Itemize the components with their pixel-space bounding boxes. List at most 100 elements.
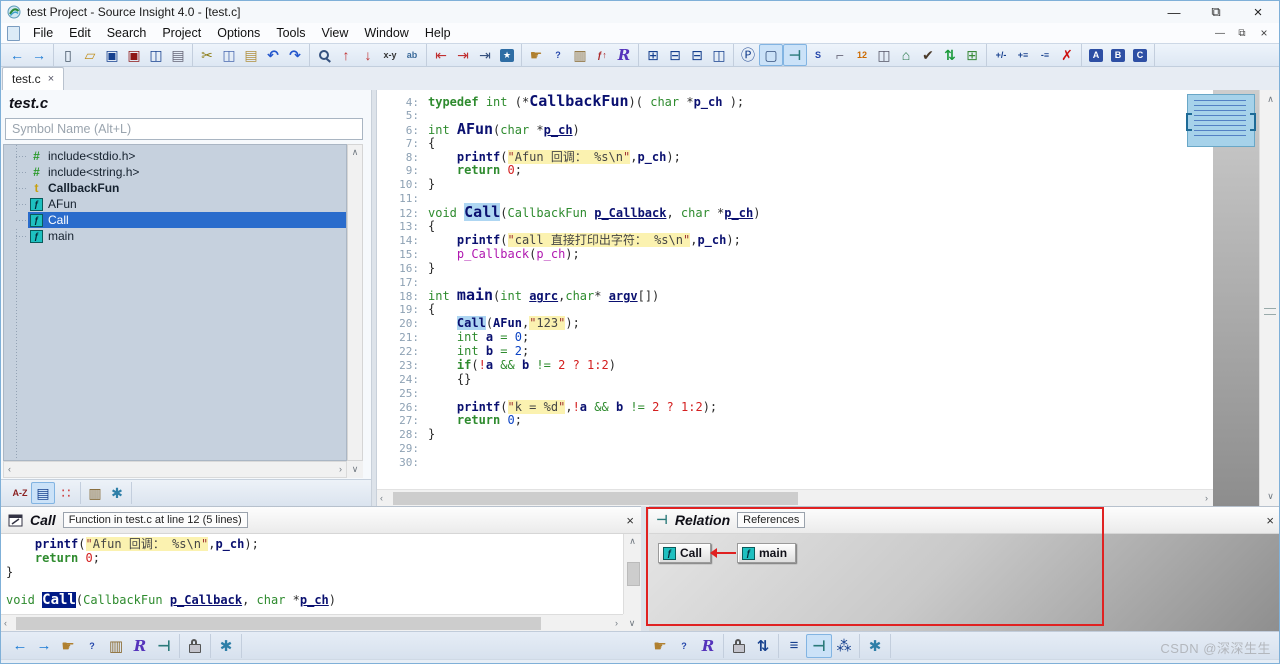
shift-right-button[interactable]: ⇥ [452,45,474,65]
code-line[interactable]: 26: printf("k = %d",!a && b != 2 ? 1:2); [377,399,1213,415]
mdi-minimize-button[interactable]: — [1209,28,1231,39]
context-close-icon[interactable]: × [626,513,634,528]
hscroll-thumb[interactable] [393,492,798,505]
scroll-left-icon[interactable]: ‹ [8,462,11,477]
relation-options-gear-button[interactable]: ✱ [863,635,887,657]
shift-left-button[interactable]: ⇤ [430,45,452,65]
symbol-list-item[interactable]: # include<string.h> [4,164,346,180]
search-forward-button[interactable]: ↓ [357,45,379,65]
toggle-plus-minus-button[interactable]: +/- [990,45,1012,65]
lookup-references-button[interactable]: ƒ↑ [591,45,613,65]
scroll-down-icon[interactable]: ∨ [623,614,641,632]
remove-from-list-button[interactable]: -≡ [1034,45,1056,65]
context-help-button[interactable]: ? [547,45,569,65]
lock-button[interactable] [183,635,207,657]
code-line[interactable]: 6: int AFun(char *p_ch) [377,121,1213,137]
forward-button[interactable]: → [32,635,56,657]
scroll-right-icon[interactable]: › [339,462,342,477]
code-line[interactable]: 19:{ [377,302,1213,317]
overview-thumbnail[interactable] [1186,94,1256,147]
html-view-button[interactable]: ⌂ [895,45,917,65]
code-line[interactable]: 18: int main(int agrc,char* argv[]) [377,288,1213,304]
code-line[interactable]: 29: [377,442,1213,456]
vscroll-thumb[interactable] [1264,308,1276,315]
scroll-right-icon[interactable]: › [615,616,618,631]
scroll-up-icon[interactable]: ∧ [624,534,641,549]
symbol-options-gear-button[interactable]: ✱ [106,483,128,503]
browse-project-symbols-button[interactable]: ☛ [648,635,672,657]
tab-close-icon[interactable]: × [48,73,54,85]
style-b-button[interactable]: B [1107,45,1129,65]
scroll-left-icon[interactable]: ‹ [380,491,383,506]
search-xy-button[interactable]: x-y [379,45,401,65]
code-line[interactable]: 28:} [377,427,1213,442]
macro-bird-button[interactable]: ✔ [917,45,939,65]
code-line[interactable]: 12: void Call(CallbackFun p_Callback, cha… [377,203,1213,222]
delete-all-button[interactable]: ✗ [1056,45,1078,65]
code-line[interactable]: 30: [377,456,1213,470]
context-vscrollbar[interactable]: ∧ [623,534,641,614]
browse-project-symbols-button[interactable]: ☛ [56,635,80,657]
code-line[interactable]: 20: Call(AFun,"123"); [377,316,1213,331]
list-view-button[interactable]: ≡ [782,635,806,657]
save-as-button[interactable]: ▣ [123,45,145,65]
relation-window-button[interactable]: ⊣ [152,635,176,657]
add-to-list-button[interactable]: +≡ [1012,45,1034,65]
horizontal-graph-view-button[interactable]: ⊣ [806,633,832,658]
code-line[interactable]: 27: return 0; [377,414,1213,428]
hscroll-thumb[interactable] [16,617,541,630]
copy-button[interactable]: ◫ [218,45,240,65]
grid-table-button[interactable]: ⊞ [961,45,983,65]
cut-button[interactable]: ✂ [196,45,218,65]
print-button[interactable]: ▤ [167,45,189,65]
scroll-right-icon[interactable]: › [1205,491,1208,506]
draft-view-button[interactable]: ▢ [759,44,783,66]
code-line[interactable]: 17: [377,276,1213,290]
vscroll-thumb[interactable] [627,562,640,586]
goto-line-button[interactable]: ⇥ [474,45,496,65]
code-line[interactable]: 5: [377,109,1213,123]
relation-window-button[interactable]: ⊣ [783,44,807,66]
code-line[interactable]: 22: int b = 2; [377,344,1213,359]
symbol-books-button[interactable]: ▥ [84,483,106,503]
code-line[interactable]: 9: return 0; [377,164,1213,178]
replace-button[interactable]: ab [401,45,423,65]
undo-button[interactable]: ↶ [262,45,284,65]
menu-tools[interactable]: Tools [268,24,313,42]
code-line[interactable]: 10:} [377,177,1213,192]
symbol-browser-button[interactable]: ▥ [104,635,128,657]
forward-button[interactable]: → [28,45,50,65]
paste-button[interactable]: ▤ [240,45,262,65]
symbol-name-input[interactable] [5,118,363,140]
code-line[interactable]: 21: int a = 0; [377,330,1213,345]
symbol-browser-button[interactable]: ▥ [569,45,591,65]
code-line[interactable]: 24: {} [377,372,1213,387]
code-line[interactable]: 15: p_Callback(p_ch); [377,247,1213,262]
window-one-button[interactable]: ⊟ [664,45,686,65]
code-line[interactable]: 25: [377,387,1213,401]
lock-button[interactable] [727,635,751,657]
menu-project[interactable]: Project [154,24,209,42]
code-line[interactable]: 7:{ [377,136,1213,151]
style-c-button[interactable]: C [1129,45,1151,65]
play-recording-button[interactable]: Ⓟ [737,45,759,65]
scroll-down-icon[interactable]: ∨ [1260,489,1279,504]
open-file-button[interactable]: ▱ [79,45,101,65]
save-all-button[interactable]: ◫ [145,45,167,65]
relation-r-button[interactable]: R [613,45,635,65]
menu-view[interactable]: View [314,24,357,42]
bookmark-button[interactable]: ★ [496,45,518,65]
relation-r-button[interactable]: R [696,635,720,657]
save-button[interactable]: ▣ [101,45,123,65]
group-by-type-button[interactable]: ∷ [55,483,77,503]
menu-window[interactable]: Window [356,24,416,42]
options-gear-button[interactable]: ✱ [214,635,238,657]
symbol-window-toggle-button[interactable]: ⌐ [829,45,851,65]
scroll-left-icon[interactable]: ‹ [4,616,7,631]
bottom-panel-splitter[interactable] [641,506,649,631]
restore-button[interactable]: ⧉ [1195,1,1237,23]
relation-node-call[interactable]: ƒ Call [658,543,712,563]
tab-test-c[interactable]: test.c × [2,67,65,90]
relation-graph-canvas[interactable]: ƒ Call ƒ main [649,534,1279,632]
source-view-button[interactable]: S [807,45,829,65]
